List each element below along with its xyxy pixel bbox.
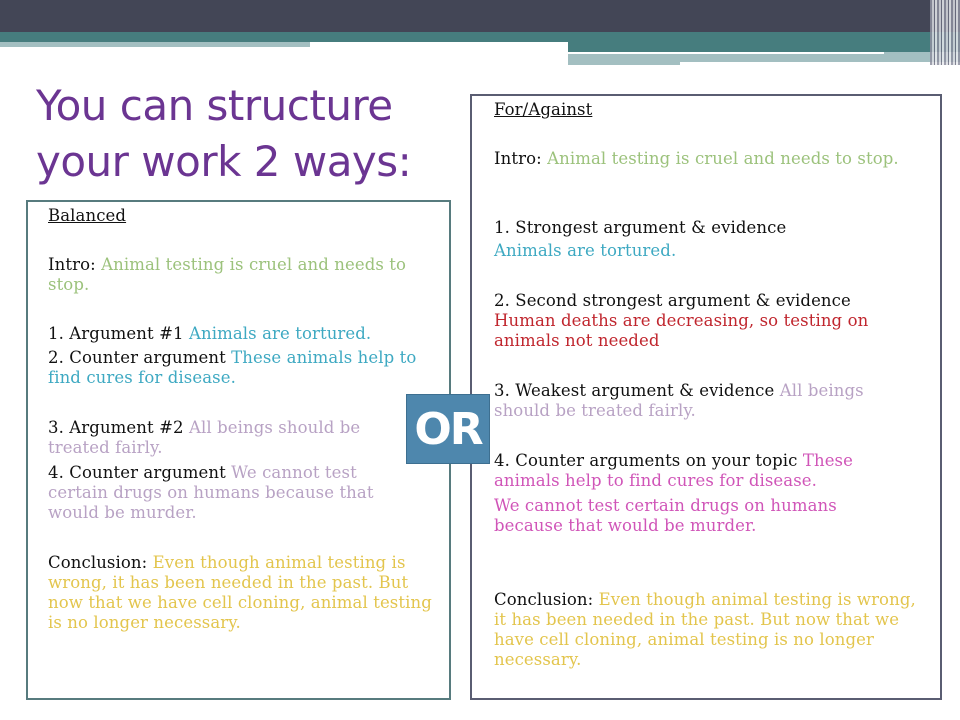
balanced-conclusion: Conclusion: Even though animal testing i… <box>48 553 443 633</box>
header-bar <box>0 0 960 32</box>
balanced-intro: Intro: Animal testing is cruel and needs… <box>48 255 433 295</box>
balanced-item-1-text: Animals are tortured. <box>188 324 372 343</box>
for-against-item-4-label: 4. Counter arguments on your topic <box>494 451 798 470</box>
balanced-item-4: 4. Counter argument We cannot test certa… <box>48 463 408 523</box>
for-against-item-4-text-2: We cannot test certain drugs on humans b… <box>494 496 837 535</box>
slide-title: You can structure your work 2 ways: <box>36 81 412 186</box>
balanced-item-4-label: 4. Counter argument <box>48 463 226 482</box>
header-accent-band-right <box>568 42 960 52</box>
for-against-item-2-label: 2. Second strongest argument & evidence <box>494 291 851 310</box>
for-against-intro-label: Intro: <box>494 149 542 168</box>
for-against-heading: For/Against <box>494 100 593 119</box>
header-accent-gap <box>568 52 884 54</box>
balanced-item-1-label: 1. Argument #1 <box>48 324 184 343</box>
balanced-conclusion-label: Conclusion: <box>48 553 148 572</box>
header-accent-line <box>0 42 310 47</box>
or-badge: OR <box>406 394 490 464</box>
for-against-item-2-text: Human deaths are decreasing, so testing … <box>494 311 869 350</box>
header-stripes <box>930 0 960 65</box>
for-against-item-3: 3. Weakest argument & evidence All being… <box>494 381 914 421</box>
balanced-item-3: 3. Argument #2 All beings should be trea… <box>48 418 403 458</box>
header-accent-band <box>0 32 960 42</box>
for-against-item-1: 1. Strongest argument & evidence Animals… <box>494 218 924 261</box>
balanced-item-2-label: 2. Counter argument <box>48 348 226 367</box>
header-accent-line-right-2 <box>568 55 960 62</box>
balanced-item-3-label: 3. Argument #2 <box>48 418 184 437</box>
for-against-conclusion-label: Conclusion: <box>494 590 594 609</box>
for-against-item-1-text: Animals are tortured. <box>494 241 677 260</box>
for-against-conclusion: Conclusion: Even though animal testing i… <box>494 590 919 670</box>
balanced-intro-label: Intro: <box>48 255 96 274</box>
for-against-intro: Intro: Animal testing is cruel and needs… <box>494 149 904 169</box>
for-against-item-2: 2. Second strongest argument & evidence … <box>494 291 924 351</box>
for-against-intro-text: Animal testing is cruel and needs to sto… <box>547 149 899 168</box>
balanced-intro-text: Animal testing is cruel and needs to sto… <box>48 255 407 294</box>
for-against-item-1-label: 1. Strongest argument & evidence <box>494 218 787 237</box>
for-against-item-4: 4. Counter arguments on your topic These… <box>494 451 904 536</box>
for-against-item-3-label: 3. Weakest argument & evidence <box>494 381 775 400</box>
header-accent-line-right-3 <box>568 62 680 65</box>
balanced-item-2: 2. Counter argument These animals help t… <box>48 348 438 388</box>
balanced-heading: Balanced <box>48 206 127 225</box>
balanced-item-1: 1. Argument #1 Animals are tortured. <box>48 324 433 344</box>
